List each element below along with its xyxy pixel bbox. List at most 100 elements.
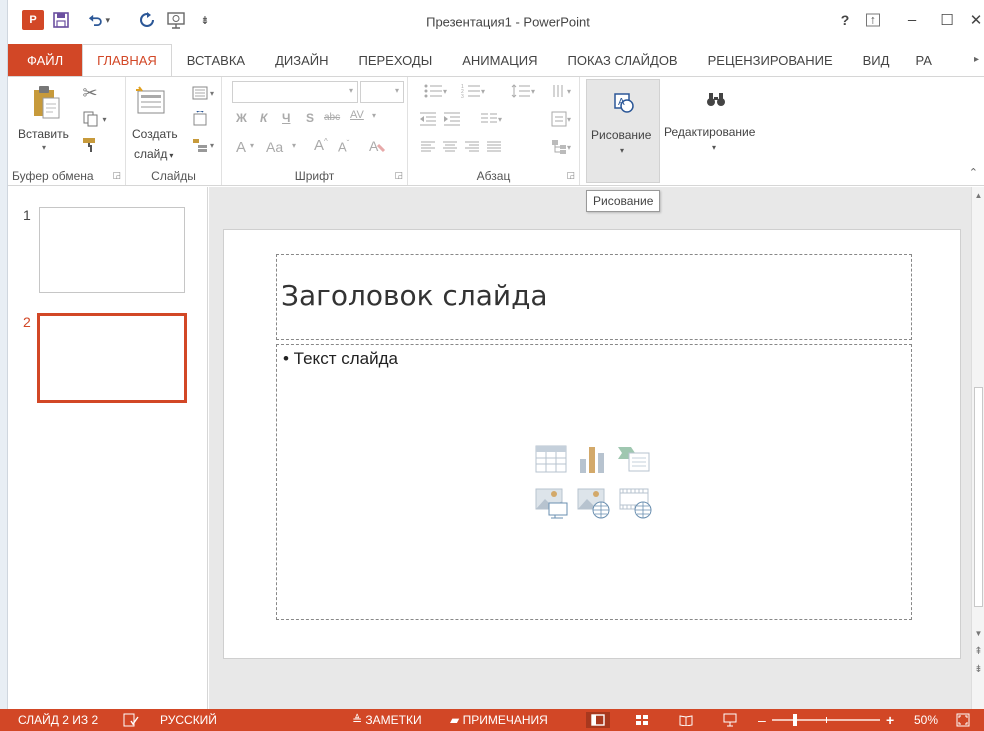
decrease-indent-icon[interactable]: [418, 109, 438, 129]
paste-button[interactable]: Вставить: [18, 127, 69, 141]
slideshow-view-icon[interactable]: [720, 712, 740, 728]
binoculars-icon[interactable]: [704, 87, 728, 111]
italic-button[interactable]: К: [260, 111, 267, 125]
tab-home[interactable]: ГЛАВНАЯ: [82, 44, 172, 76]
section-icon[interactable]: ▾: [190, 135, 216, 155]
insert-video-icon[interactable]: [619, 487, 652, 519]
paste-dropdown-icon[interactable]: ▾: [42, 143, 46, 152]
tab-review[interactable]: РЕЦЕНЗИРОВАНИЕ: [693, 44, 848, 76]
bullets-icon[interactable]: ▾: [418, 81, 452, 101]
minimize-icon[interactable]: –: [901, 12, 923, 29]
normal-view-icon[interactable]: [586, 712, 610, 728]
character-spacing-button[interactable]: AV: [350, 109, 364, 121]
align-left-icon[interactable]: [418, 137, 438, 157]
shadow-button[interactable]: S: [306, 111, 314, 125]
insert-online-picture-icon[interactable]: [577, 487, 610, 519]
collapse-ribbon-icon[interactable]: ⌃: [969, 166, 978, 179]
drawing-button[interactable]: A Рисование ▾: [586, 79, 660, 183]
reset-slide-icon[interactable]: [190, 109, 210, 129]
font-color-button[interactable]: A: [236, 139, 246, 156]
new-slide-dropdown[interactable]: слайд ▾: [134, 147, 173, 161]
tab-developer[interactable]: РА: [904, 44, 936, 76]
slide-counter[interactable]: СЛАЙД 2 ИЗ 2: [18, 709, 98, 731]
strikethrough-button[interactable]: abc: [324, 112, 340, 123]
tab-scroll-right-icon[interactable]: ▸: [974, 52, 984, 68]
justify-icon[interactable]: [484, 137, 504, 157]
align-text-icon[interactable]: ▾: [546, 109, 576, 129]
save-icon[interactable]: [52, 10, 70, 30]
line-spacing-icon[interactable]: ▾: [508, 81, 538, 101]
editing-dropdown-icon[interactable]: ▾: [712, 143, 716, 152]
vertical-scrollbar[interactable]: ▲ ▼ ⇞ ⇟: [971, 187, 984, 709]
fit-slide-icon[interactable]: [954, 712, 972, 728]
layout-icon[interactable]: ▾: [190, 83, 216, 103]
new-slide-icon[interactable]: [134, 83, 168, 117]
powerpoint-logo-icon[interactable]: P: [22, 10, 44, 30]
editing-button[interactable]: Редактирование: [664, 125, 755, 139]
font-launcher-icon[interactable]: ◲: [394, 170, 403, 181]
content-placeholder[interactable]: • Текст слайда: [276, 344, 912, 620]
tab-animations[interactable]: АНИМАЦИЯ: [447, 44, 552, 76]
numbering-icon[interactable]: 1 2 3 ▾: [456, 81, 490, 101]
zoom-in-button[interactable]: +: [886, 709, 894, 731]
smartart-icon[interactable]: ▾: [546, 137, 576, 157]
columns-icon[interactable]: ▾: [474, 109, 508, 129]
tab-transitions[interactable]: ПЕРЕХОДЫ: [344, 44, 448, 76]
scrollbar-thumb[interactable]: [974, 387, 983, 607]
tab-slide-show[interactable]: ПОКАЗ СЛАЙДОВ: [553, 44, 693, 76]
zoom-slider-thumb[interactable]: [793, 714, 797, 726]
text-direction-icon[interactable]: ▾: [546, 81, 576, 101]
underline-button[interactable]: Ч: [282, 111, 290, 125]
cut-icon[interactable]: ✂: [80, 83, 100, 103]
slide-thumbnail-1[interactable]: [39, 207, 185, 293]
bold-button[interactable]: Ж: [236, 111, 247, 125]
slide-title[interactable]: Заголовок слайда: [281, 279, 548, 312]
align-center-icon[interactable]: [440, 137, 460, 157]
title-placeholder[interactable]: Заголовок слайда: [276, 254, 912, 340]
tab-file[interactable]: ФАЙЛ: [8, 44, 83, 76]
slide-body-text[interactable]: • Текст слайда: [283, 349, 398, 369]
zoom-out-button[interactable]: –: [758, 709, 766, 731]
maximize-icon[interactable]: ☐: [936, 11, 958, 29]
paste-icon[interactable]: [30, 83, 62, 123]
tab-design[interactable]: ДИЗАЙН: [260, 44, 343, 76]
insert-smartart-icon[interactable]: [617, 443, 650, 475]
grow-font-button[interactable]: A^: [314, 137, 328, 154]
slide-thumbnail-2[interactable]: [37, 313, 187, 403]
clear-formatting-icon[interactable]: A: [366, 135, 388, 157]
shrink-font-button[interactable]: Aˇ: [338, 139, 349, 154]
next-slide-icon[interactable]: ⇟: [972, 663, 984, 677]
undo-dropdown-icon[interactable]: ▾: [105, 15, 110, 26]
change-case-button[interactable]: Aa: [266, 139, 283, 155]
undo-icon[interactable]: ▾: [88, 10, 110, 30]
start-slideshow-icon[interactable]: [166, 10, 188, 30]
insert-picture-icon[interactable]: [535, 487, 568, 519]
language-indicator[interactable]: РУССКИЙ: [160, 709, 217, 731]
customize-qat-icon[interactable]: ⇟: [200, 10, 210, 30]
font-name-select[interactable]: ▾: [232, 81, 358, 103]
previous-slide-icon[interactable]: ⇞: [972, 645, 984, 659]
insert-chart-icon[interactable]: [577, 443, 609, 475]
zoom-percent[interactable]: 50%: [914, 709, 938, 731]
scroll-up-icon[interactable]: ▲: [972, 189, 984, 203]
insert-table-icon[interactable]: [535, 443, 567, 475]
font-size-select[interactable]: ▾: [360, 81, 404, 103]
new-slide-button[interactable]: Создать: [132, 127, 178, 141]
scroll-down-icon[interactable]: ▼: [972, 627, 984, 641]
slide-sorter-icon[interactable]: [632, 712, 652, 728]
notes-button[interactable]: ≜ ЗАМЕТКИ: [352, 709, 422, 731]
align-right-icon[interactable]: [462, 137, 482, 157]
spell-check-icon[interactable]: [122, 712, 140, 728]
copy-icon[interactable]: ▾: [80, 109, 110, 129]
clipboard-launcher-icon[interactable]: ◲: [112, 170, 121, 181]
redo-icon[interactable]: [138, 10, 156, 30]
help-icon[interactable]: ?: [834, 12, 856, 28]
tab-view[interactable]: ВИД: [848, 44, 905, 76]
paragraph-launcher-icon[interactable]: ◲: [566, 170, 575, 181]
reading-view-icon[interactable]: [676, 712, 696, 728]
format-painter-icon[interactable]: [80, 135, 100, 155]
increase-indent-icon[interactable]: [442, 109, 462, 129]
close-icon[interactable]: ✕: [965, 11, 984, 29]
tab-insert[interactable]: ВСТАВКА: [172, 44, 260, 76]
ribbon-display-options-icon[interactable]: ↑: [866, 13, 880, 27]
